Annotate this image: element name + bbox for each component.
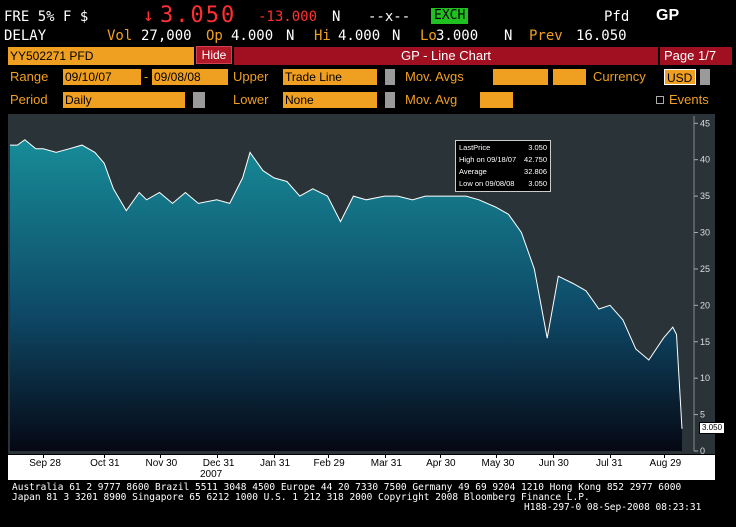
- x-axis-tick-label: Jan 31: [260, 458, 291, 469]
- x-axis-tick-label: Jul 31: [596, 458, 623, 469]
- x-axis-tick: [440, 455, 442, 458]
- x-axis-tick-label: May 30: [481, 458, 515, 469]
- x-axis-tick: [610, 455, 611, 458]
- y-axis-tick-label: 10: [700, 373, 710, 383]
- x-axis-tick: [104, 455, 106, 458]
- x-axis-tick: [495, 455, 497, 458]
- x-axis-tick: [327, 455, 329, 458]
- legend-row-last: LastPrice 3.050: [459, 142, 547, 154]
- x-axis-tick-label: Dec 31: [202, 458, 235, 469]
- x-axis-tick: [274, 455, 275, 458]
- legend-label: High on 09/18/07: [459, 155, 517, 164]
- year-label: 2007: [200, 469, 223, 480]
- x-axis-tick: [384, 455, 386, 458]
- legend-value: 3.050: [528, 143, 547, 152]
- y-axis-tick-label: 20: [700, 300, 710, 310]
- x-axis-tick-label: Nov 30: [145, 458, 178, 469]
- x-axis-tick: [552, 455, 554, 458]
- legend-row-low: Low on 09/08/08 3.050: [459, 178, 547, 190]
- footer-phones-line2: Japan 81 3 3201 8900 Singapore 65 6212 1…: [12, 492, 590, 503]
- legend-label: Low on 09/08/08: [459, 179, 515, 188]
- last-price-tag: 3.050: [699, 422, 726, 434]
- x-axis-tick-label: Jun 30: [538, 458, 569, 469]
- y-axis-tick-label: 25: [700, 264, 710, 274]
- price-chart: 454035302520151050: [10, 116, 710, 456]
- x-axis-tick-label: Sep 28: [29, 458, 61, 469]
- legend-value: 42.750: [524, 155, 547, 164]
- legend-value: 3.050: [528, 179, 547, 188]
- x-axis-tick-label: Feb 29: [313, 458, 345, 469]
- y-axis-tick-label: 15: [700, 337, 710, 347]
- legend-row-high: High on 09/18/07 42.750: [459, 154, 547, 166]
- y-axis-tick-label: 30: [700, 228, 710, 238]
- footer-timestamp: H188-297-0 08-Sep-2008 08:23:31: [524, 502, 702, 513]
- legend-label: LastPrice: [459, 143, 491, 152]
- x-axis-tick-label: Aug 29: [649, 458, 682, 469]
- y-axis-tick-label: 5: [700, 410, 705, 420]
- x-axis-tick: [663, 455, 665, 458]
- x-axis-tick-label: Oct 31: [90, 458, 120, 469]
- y-axis-tick-label: 40: [700, 155, 710, 165]
- x-axis-tick-label: Mar 31: [370, 458, 402, 469]
- legend-label: Average: [459, 167, 487, 176]
- y-axis-tick-label: 45: [700, 118, 710, 128]
- x-axis-tick: [216, 455, 218, 458]
- x-axis-tick: [43, 455, 45, 458]
- legend-box: LastPrice 3.050 High on 09/18/07 42.750 Av…: [455, 140, 551, 192]
- legend-value: 32.806: [524, 167, 547, 176]
- x-axis-tick-label: Apr 30: [426, 458, 456, 469]
- legend-row-average: Average 32.806: [459, 166, 547, 178]
- x-axis-tick: [159, 455, 161, 458]
- y-axis-tick-label: 35: [700, 191, 710, 201]
